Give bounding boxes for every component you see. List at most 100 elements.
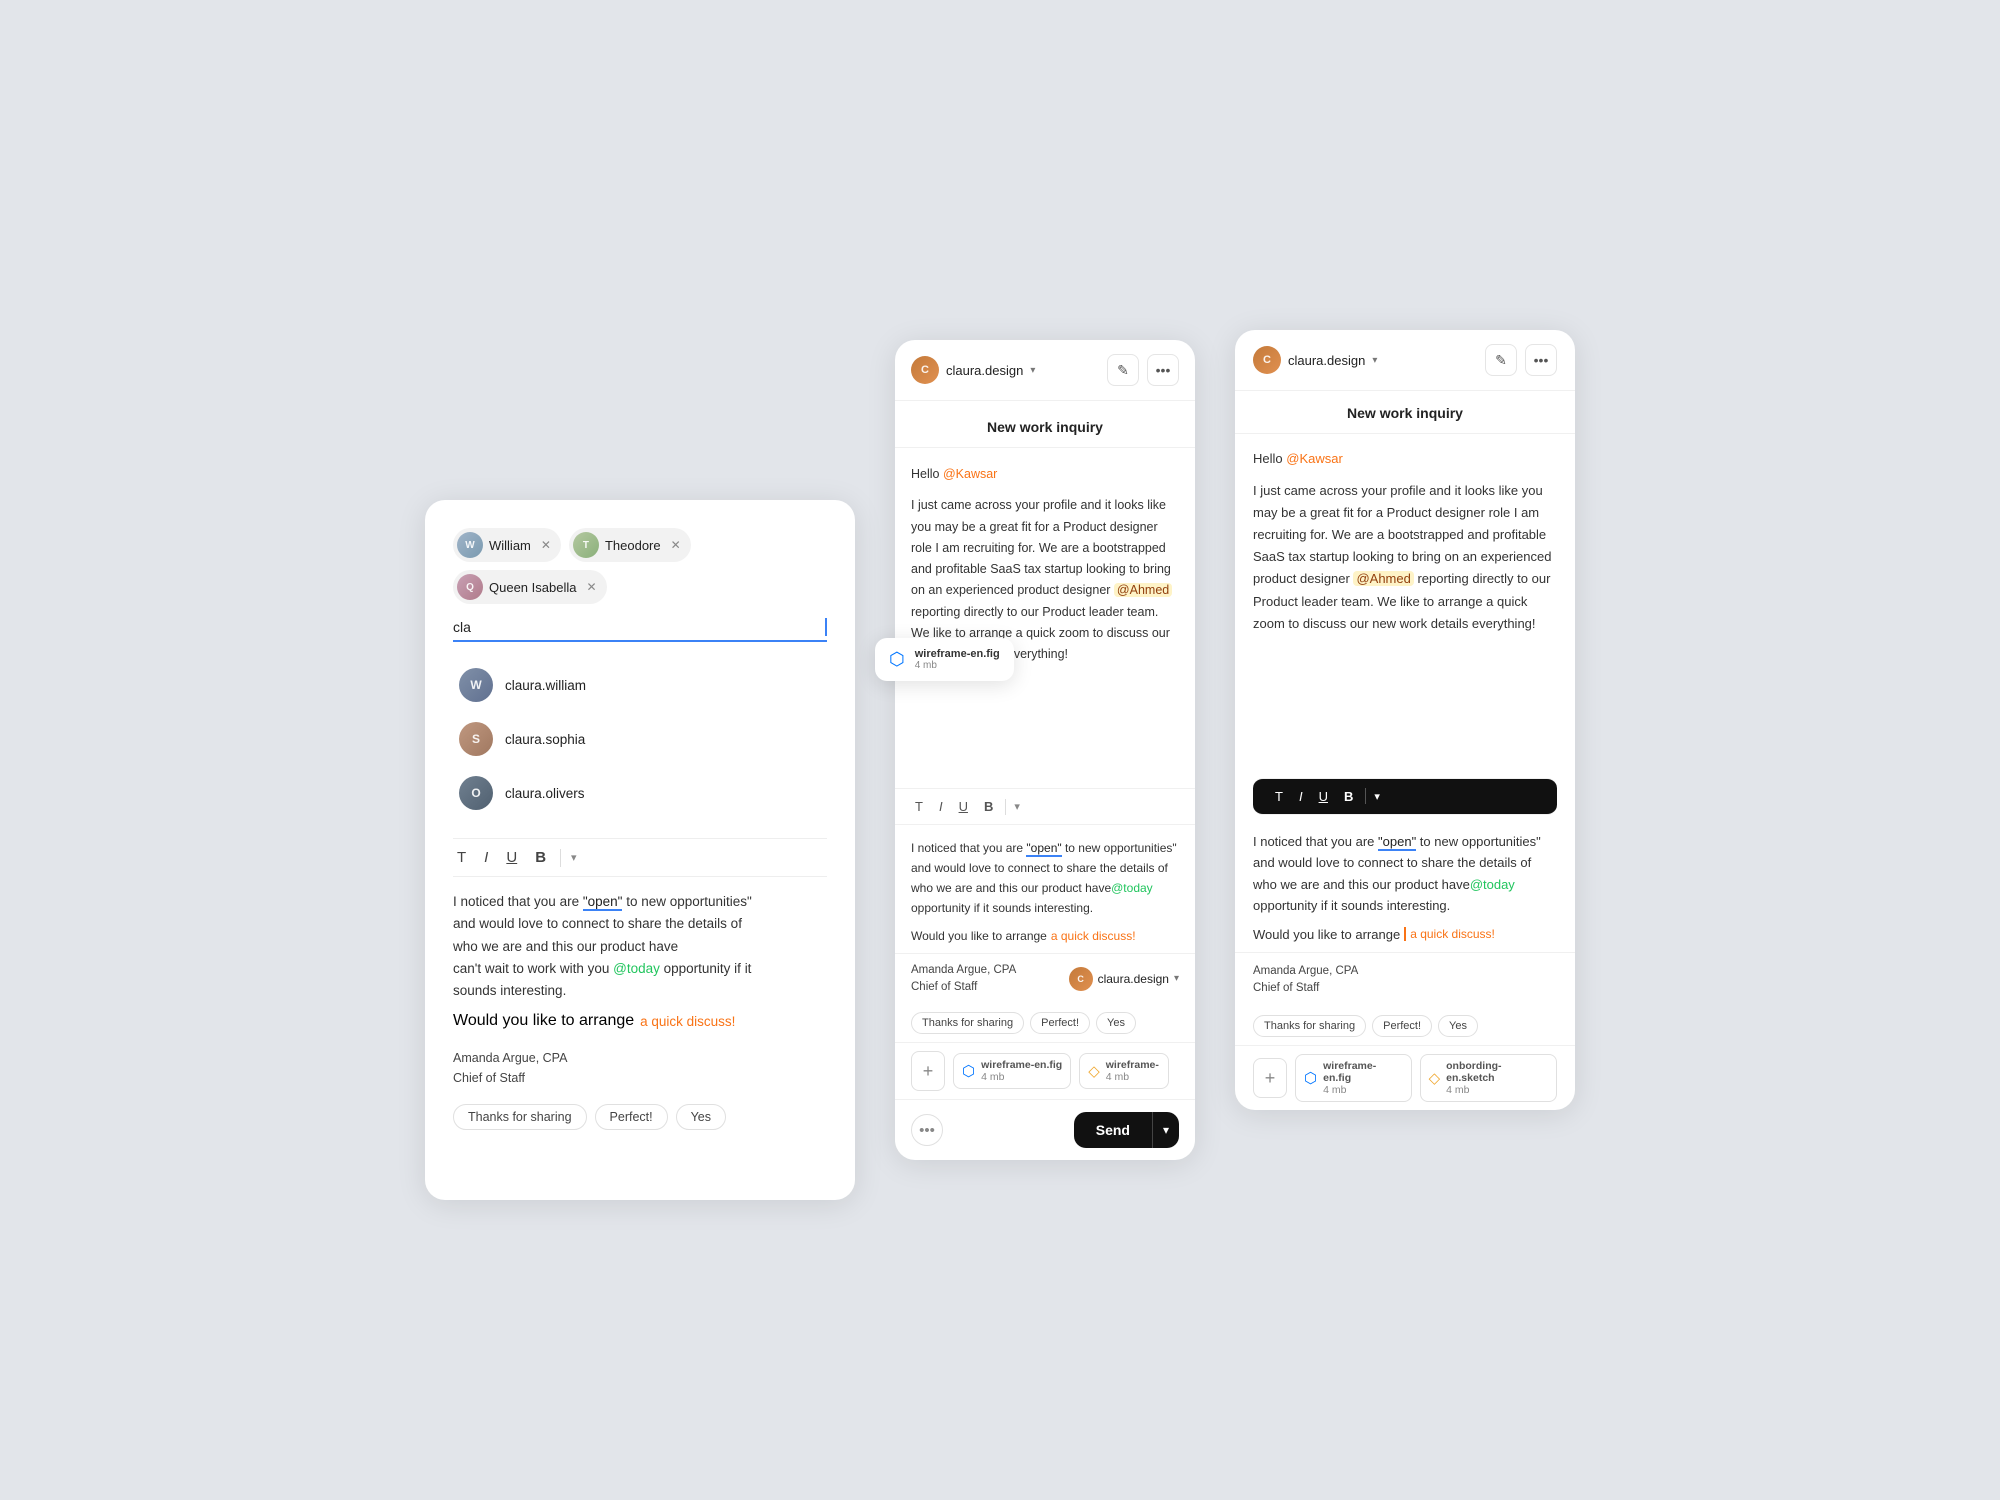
toolbar-text-btn[interactable]: T xyxy=(453,847,470,868)
right-account-selector[interactable]: C claura.design ▾ xyxy=(1253,346,1377,374)
quick-reply-perfect[interactable]: Perfect! xyxy=(595,1104,668,1130)
add-attachment-btn[interactable]: + xyxy=(911,1051,945,1091)
mid-compose-placeholder[interactable]: a quick discuss! xyxy=(1051,929,1136,943)
account-chevron-icon[interactable]: ▾ xyxy=(1030,365,1035,376)
floating-attach-size: 4 mb xyxy=(915,660,1000,671)
right-account-name: claura.design xyxy=(1288,353,1365,368)
toolbar-more-icon[interactable]: ▾ xyxy=(571,851,577,864)
mid-toolbar-divider xyxy=(1005,799,1006,815)
compose-line: Would you like to arrange a quick discus… xyxy=(453,1012,827,1030)
right-toolbar-i[interactable]: I xyxy=(1295,787,1307,806)
greeting-text: Hello xyxy=(911,467,943,481)
email-subject: New work inquiry xyxy=(895,401,1195,448)
right-compose-label: Would you like to arrange xyxy=(1253,927,1400,942)
mid-quick-replies: Thanks for sharing Perfect! Yes xyxy=(895,1004,1195,1042)
right-sender-row: Amanda Argue, CPA Chief of Staff xyxy=(1235,952,1575,1008)
right-toolbar-u[interactable]: U xyxy=(1315,787,1332,806)
compose-label: Would you like to arrange xyxy=(453,1012,634,1030)
edit-icon-btn[interactable]: ✎ xyxy=(1107,354,1139,386)
more-options-btn[interactable]: ••• xyxy=(911,1114,943,1146)
right-toolbar-chevron[interactable]: ▾ xyxy=(1374,790,1380,803)
mid-account-select[interactable]: C claura.design ▾ xyxy=(1069,967,1179,991)
para2-today: @today xyxy=(1111,881,1153,895)
right-toolbar-divider xyxy=(1365,788,1366,804)
mid-account-name: claura.design xyxy=(1098,972,1169,986)
right-qr-yes[interactable]: Yes xyxy=(1438,1015,1478,1037)
right-account-chevron-icon[interactable]: ▾ xyxy=(1372,355,1377,366)
right-compose-placeholder[interactable]: a quick discuss! xyxy=(1404,927,1495,941)
highlight-open: "open" xyxy=(583,894,623,911)
mid-toolbar-i[interactable]: I xyxy=(935,797,947,816)
recipient-search-input[interactable] xyxy=(453,619,824,635)
suggestion-claura-olivers[interactable]: O claura.olivers xyxy=(453,766,827,820)
right-toolbar-t[interactable]: T xyxy=(1271,787,1287,806)
compose-placeholder[interactable]: a quick discuss! xyxy=(640,1014,735,1029)
right-sketch-icon: ◇ xyxy=(1429,1069,1441,1087)
right-toolbar-b[interactable]: B xyxy=(1340,787,1357,806)
body-text-2: to new opportunities" xyxy=(622,894,751,909)
right-more-icon-btn[interactable]: ••• xyxy=(1525,344,1557,376)
body-text-4: who we are and this our product have xyxy=(453,939,678,954)
right-attachment-fig[interactable]: ⬡ wireframe-en.fig 4 mb xyxy=(1295,1054,1412,1102)
right-attach-fig-size: 4 mb xyxy=(1323,1084,1402,1096)
second-body: I noticed that you are "open" to new opp… xyxy=(895,829,1195,924)
right-para2-today: @today xyxy=(1470,877,1515,892)
mid-account-chevron[interactable]: ▾ xyxy=(1174,973,1179,984)
theodore-avatar: T xyxy=(573,532,599,558)
suggestion-claura-william[interactable]: W claura.william xyxy=(453,658,827,712)
theodore-remove-icon[interactable]: ✕ xyxy=(671,538,681,552)
mid-toolbar-u[interactable]: U xyxy=(955,797,972,816)
send-chevron-btn[interactable]: ▾ xyxy=(1152,1112,1179,1148)
para2-open: "open" xyxy=(1026,841,1061,857)
mid-qr-yes[interactable]: Yes xyxy=(1096,1012,1136,1034)
quick-replies: Thanks for sharing Perfect! Yes xyxy=(453,1104,827,1130)
quick-reply-thanks[interactable]: Thanks for sharing xyxy=(453,1104,587,1130)
header-actions: ✎ ••• xyxy=(1107,354,1179,386)
send-button[interactable]: Send xyxy=(1074,1112,1152,1148)
sender-row: Amanda Argue, CPA Chief of Staff C claur… xyxy=(895,953,1195,1005)
right-add-attachment-btn[interactable]: + xyxy=(1253,1058,1287,1098)
attachment-fig[interactable]: ⬡ wireframe-en.fig 4 mb xyxy=(953,1053,1071,1089)
toolbar-underline-btn[interactable]: U xyxy=(502,847,521,868)
queen-remove-icon[interactable]: ✕ xyxy=(586,580,596,594)
right-email-subject: New work inquiry xyxy=(1235,391,1575,434)
toolbar-bold-btn[interactable]: B xyxy=(531,847,550,868)
left-toolbar: T I U B ▾ xyxy=(453,838,827,877)
more-icon-btn[interactable]: ••• xyxy=(1147,354,1179,386)
mid-account-avatar: C xyxy=(1069,967,1093,991)
attachments-row: + ⬡ wireframe-en.fig 4 mb ◇ wireframe- 4… xyxy=(895,1042,1195,1099)
right-qr-perfect[interactable]: Perfect! xyxy=(1372,1015,1432,1037)
right-edit-icon-btn[interactable]: ✎ xyxy=(1485,344,1517,376)
mid-toolbar-chevron[interactable]: ▾ xyxy=(1014,800,1020,813)
signature-title: Chief of Staff xyxy=(453,1068,827,1088)
william-remove-icon[interactable]: ✕ xyxy=(541,538,551,552)
recipients-row: W William ✕ T Theodore ✕ Q Queen Isabell… xyxy=(453,528,827,604)
attach-fig-info: wireframe-en.fig 4 mb xyxy=(981,1059,1062,1083)
floating-attach-name: wireframe-en.fig xyxy=(915,648,1000,660)
toolbar-italic-btn[interactable]: I xyxy=(480,847,492,868)
account-name: claura.design xyxy=(946,363,1023,378)
right-compose-card: C claura.design ▾ ✎ ••• New work inquiry… xyxy=(1235,330,1575,1110)
attachment-sketch[interactable]: ◇ wireframe- 4 mb xyxy=(1079,1053,1169,1089)
figma-icon: ⬡ xyxy=(962,1062,975,1080)
send-group: Send ▾ xyxy=(1074,1112,1179,1148)
right-qr-thanks[interactable]: Thanks for sharing xyxy=(1253,1015,1366,1037)
toolbar-divider xyxy=(560,849,561,867)
mid-toolbar-t[interactable]: T xyxy=(911,797,927,816)
mid-toolbar-b[interactable]: B xyxy=(980,797,997,816)
right-attachments-row: + ⬡ wireframe-en.fig 4 mb ◇ onbording-en… xyxy=(1235,1045,1575,1110)
queen-avatar: Q xyxy=(457,574,483,600)
suggestion-claura-sophia[interactable]: S claura.sophia xyxy=(453,712,827,766)
right-sender-info: Amanda Argue, CPA Chief of Staff xyxy=(1253,963,1358,998)
body-text-1: I noticed that you are xyxy=(453,894,583,909)
recipient-chip-william[interactable]: W William ✕ xyxy=(453,528,561,562)
mid-qr-thanks[interactable]: Thanks for sharing xyxy=(911,1012,1024,1034)
account-selector[interactable]: C claura.design ▾ xyxy=(911,356,1035,384)
mid-qr-perfect[interactable]: Perfect! xyxy=(1030,1012,1090,1034)
recipient-chip-theodore[interactable]: T Theodore ✕ xyxy=(569,528,691,562)
body-text-3: and would love to connect to share the d… xyxy=(453,916,742,931)
quick-reply-yes[interactable]: Yes xyxy=(676,1104,726,1130)
recipient-chip-queen[interactable]: Q Queen Isabella ✕ xyxy=(453,570,607,604)
right-attachment-sketch[interactable]: ◇ onbording-en.sketch 4 mb xyxy=(1420,1054,1557,1102)
mid-compose-label: Would you like to arrange xyxy=(911,929,1047,943)
